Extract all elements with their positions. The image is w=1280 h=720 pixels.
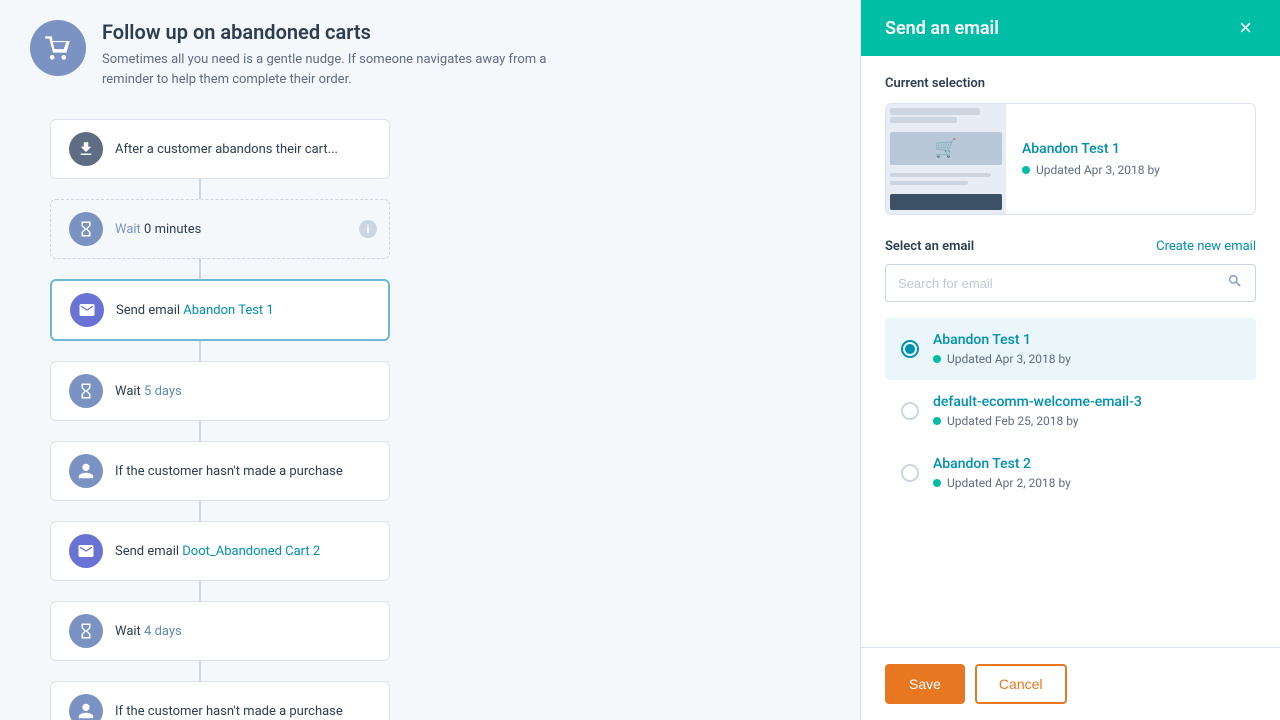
save-button[interactable]: Save (885, 664, 965, 704)
email-icon-1 (70, 293, 104, 327)
search-icon (1227, 273, 1243, 293)
condition-icon-2 (69, 694, 103, 720)
condition-icon-1 (69, 454, 103, 488)
email-option-1[interactable]: default-ecomm-welcome-email-3 Updated Fe… (885, 380, 1256, 442)
create-new-email-link[interactable]: Create new email (1156, 239, 1256, 254)
step-wait-2[interactable]: Wait 5 days (50, 361, 390, 421)
status-dot-selected (1022, 166, 1030, 174)
email-option-info-0: Abandon Test 1 Updated Apr 3, 2018 by (933, 332, 1071, 366)
email-option-0[interactable]: Abandon Test 1 Updated Apr 3, 2018 by (885, 318, 1256, 380)
email-icon-2 (69, 534, 103, 568)
search-box[interactable] (885, 264, 1256, 302)
step-email-2-label: Send email Doot_Abandoned Cart 2 (115, 544, 320, 559)
email-option-info-2: Abandon Test 2 Updated Apr 2, 2018 by (933, 456, 1071, 490)
connector-2 (199, 259, 201, 279)
connector-1 (199, 179, 201, 199)
wait-3-highlight: 4 days (144, 624, 182, 639)
connector-3 (199, 341, 201, 361)
mail-icon-2 (77, 542, 95, 560)
step-condition-2-label: If the customer hasn't made a purchase (115, 704, 343, 719)
step-wait-2-label: Wait 5 days (115, 384, 182, 399)
step-wait-1[interactable]: Wait 0 minutes i (50, 199, 390, 259)
step-wait-3-label: Wait 4 days (115, 624, 182, 639)
panel-title: Send an email (885, 18, 999, 39)
wait-icon-2 (69, 374, 103, 408)
info-icon-1[interactable]: i (359, 220, 377, 238)
page-title: Follow up on abandoned carts (102, 20, 582, 44)
close-button[interactable]: × (1235, 13, 1256, 43)
person-icon-1 (77, 462, 95, 480)
cancel-button[interactable]: Cancel (975, 664, 1067, 704)
download-icon (77, 140, 95, 158)
email-opt-meta-1: Updated Feb 25, 2018 by (933, 414, 1142, 428)
step-wait-1-label: Wait 0 minutes (115, 222, 201, 237)
step-email-1[interactable]: Send email Abandon Test 1 (50, 279, 390, 341)
selected-email-name: Abandon Test 1 (1022, 141, 1160, 157)
step-trigger-label: After a customer abandons their cart... (115, 142, 338, 157)
wait-1-highlight: 0 minutes (144, 222, 201, 237)
step-email-2[interactable]: Send email Doot_Abandoned Cart 2 (50, 521, 390, 581)
radio-inner-0 (905, 344, 915, 354)
step-email-1-label: Send email Abandon Test 1 (116, 303, 274, 318)
search-input[interactable] (898, 276, 1219, 291)
wait-icon-1 (69, 212, 103, 246)
thumbnail-image: 🛒 (890, 132, 1002, 165)
radio-btn-2[interactable] (901, 464, 919, 482)
radio-btn-0[interactable] (901, 340, 919, 358)
page-header: Follow up on abandoned carts Sometimes a… (30, 20, 830, 89)
connector-4 (199, 421, 201, 441)
status-dot-0 (933, 355, 941, 363)
email-opt-name-2: Abandon Test 2 (933, 456, 1071, 472)
email-option-2[interactable]: Abandon Test 2 Updated Apr 2, 2018 by (885, 442, 1256, 504)
person-icon-2 (77, 702, 95, 720)
email-opt-meta-2: Updated Apr 2, 2018 by (933, 476, 1071, 490)
select-email-row: Select an email Create new email (885, 239, 1256, 254)
connector-6 (199, 581, 201, 601)
step-condition-1[interactable]: If the customer hasn't made a purchase (50, 441, 390, 501)
header-text: Follow up on abandoned carts Sometimes a… (102, 20, 582, 89)
panel-body: Current selection 🛒 Abandon Test 1 (861, 56, 1280, 647)
email-option-info-1: default-ecomm-welcome-email-3 Updated Fe… (933, 394, 1142, 428)
email-1-highlight: Abandon Test 1 (183, 303, 273, 318)
panel-footer: Save Cancel (861, 647, 1280, 720)
email-list: Abandon Test 1 Updated Apr 3, 2018 by de… (885, 318, 1256, 504)
email-opt-meta-0: Updated Apr 3, 2018 by (933, 352, 1071, 366)
status-dot-1 (933, 417, 941, 425)
step-wait-3[interactable]: Wait 4 days (50, 601, 390, 661)
step-condition-2[interactable]: If the customer hasn't made a purchase (50, 681, 390, 720)
current-selection-label: Current selection (885, 76, 1256, 91)
right-panel: Send an email × Current selection 🛒 (860, 0, 1280, 720)
step-trigger[interactable]: After a customer abandons their cart... (50, 119, 390, 179)
selected-email-meta: Updated Apr 3, 2018 by (1022, 163, 1160, 177)
hourglass-icon-1 (77, 220, 95, 238)
step-condition-1-label: If the customer hasn't made a purchase (115, 464, 343, 479)
connector-5 (199, 501, 201, 521)
wait-2-highlight: 5 days (144, 384, 182, 399)
email-thumbnail: 🛒 (886, 104, 1006, 214)
panel-header: Send an email × (861, 0, 1280, 56)
status-dot-2 (933, 479, 941, 487)
left-panel: Follow up on abandoned carts Sometimes a… (0, 0, 860, 720)
connector-7 (199, 661, 201, 681)
hourglass-icon-3 (77, 622, 95, 640)
radio-btn-1[interactable] (901, 402, 919, 420)
email-opt-name-1: default-ecomm-welcome-email-3 (933, 394, 1142, 410)
trigger-icon (69, 132, 103, 166)
wait-icon-3 (69, 614, 103, 648)
hourglass-icon-2 (77, 382, 95, 400)
selection-info: Abandon Test 1 Updated Apr 3, 2018 by (1022, 133, 1160, 185)
mail-icon-1 (78, 301, 96, 319)
current-selection-card: 🛒 Abandon Test 1 Updated Apr 3, 2018 by (885, 103, 1256, 215)
cart-icon (30, 20, 86, 76)
email-2-highlight: Doot_Abandoned Cart 2 (182, 544, 320, 559)
email-opt-name-0: Abandon Test 1 (933, 332, 1071, 348)
workflow-steps: After a customer abandons their cart... … (50, 119, 830, 720)
page-description: Sometimes all you need is a gentle nudge… (102, 50, 582, 89)
select-email-label: Select an email (885, 239, 974, 254)
shopping-cart-icon (44, 34, 72, 62)
